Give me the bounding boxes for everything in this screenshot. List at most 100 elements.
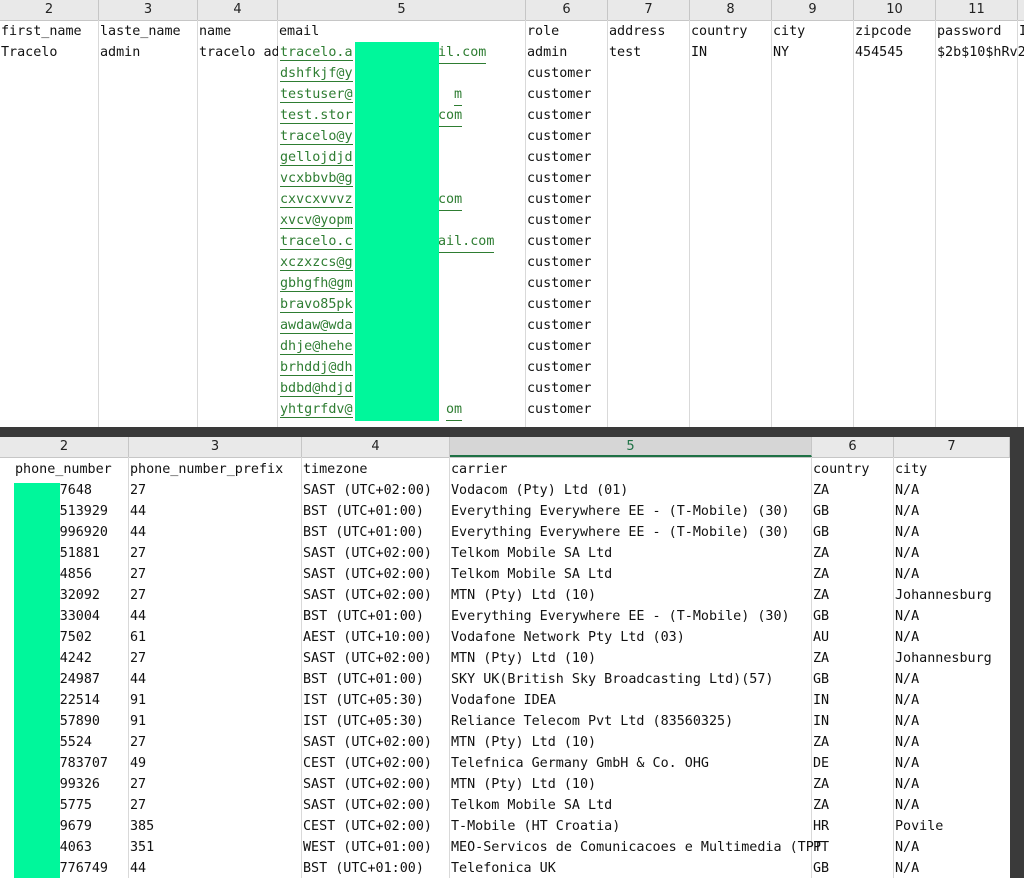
email-link-start[interactable]: gellojdjd [280,150,353,166]
role-cell[interactable]: customer [526,273,608,294]
country-cell[interactable]: GB [812,669,894,690]
country-cell[interactable]: DE [812,753,894,774]
email-link-end[interactable]: ail.com [438,231,495,253]
email-link-start[interactable]: xczxzcs@g [280,255,353,271]
timezone-cell[interactable]: SAST (UTC+02:00) [302,564,450,585]
prefix-cell[interactable]: 27 [129,564,302,585]
city-cell[interactable]: N/A [894,564,1010,585]
timezone-cell[interactable]: SAST (UTC+02:00) [302,585,450,606]
prefix-cell[interactable]: 91 [129,690,302,711]
role-cell[interactable]: customer [526,399,608,420]
carrier-cell[interactable]: MEO-Servicos de Comunicacoes e Multimedi… [450,837,822,858]
cell-header-timezone[interactable]: timezone [302,459,450,480]
role-cell[interactable]: customer [526,189,608,210]
city-cell[interactable]: Johannesburg [894,648,1010,669]
city-cell[interactable]: N/A [894,501,1010,522]
carrier-cell[interactable]: Vodacom (Pty) Ltd (01) [450,480,628,501]
role-cell[interactable]: customer [526,252,608,273]
email-link-start[interactable]: awdaw@wda [280,318,353,334]
role-cell[interactable]: customer [526,105,608,126]
city-cell[interactable]: N/A [894,858,1010,878]
timezone-cell[interactable]: BST (UTC+01:00) [302,669,450,690]
role-cell[interactable]: admin [526,42,608,63]
carrier-cell[interactable]: Telkom Mobile SA Ltd [450,543,612,564]
carrier-cell[interactable]: Everything Everywhere EE - (T-Mobile) (3… [450,522,790,543]
prefix-cell[interactable]: 27 [129,480,302,501]
city-cell[interactable]: N/A [894,753,1010,774]
cell-header-country[interactable]: country [690,21,772,42]
carrier-cell[interactable]: MTN (Pty) Ltd (10) [450,585,596,606]
city-cell[interactable]: N/A [894,543,1010,564]
cell-header-carrier[interactable]: carrier [450,459,812,480]
column-header-12[interactable]: 1 [1018,0,1024,20]
prefix-cell[interactable]: 385 [129,816,302,837]
email-link-start[interactable]: tracelo@y [280,129,353,145]
timezone-cell[interactable]: IST (UTC+05:30) [302,690,450,711]
role-cell[interactable]: customer [526,126,608,147]
prefix-cell[interactable]: 91 [129,711,302,732]
column-header-6[interactable]: 6 [526,0,608,20]
timezone-cell[interactable]: IST (UTC+05:30) [302,711,450,732]
cell-zipcode[interactable]: 454545 [854,42,936,63]
cell-header-password[interactable]: password [936,21,1018,42]
column-header-5[interactable]: 5 [278,0,526,20]
cell-header-city[interactable]: city [894,459,1010,480]
email-link-start[interactable]: xvcv@yopm [280,213,353,229]
prefix-cell[interactable]: 27 [129,543,302,564]
role-cell[interactable]: customer [526,315,608,336]
country-cell[interactable]: IN [812,690,894,711]
cell-password[interactable]: $2b$10$hRv2 [936,42,1024,63]
cell-header-phone-number[interactable]: phone_number [14,459,129,480]
column-header-7[interactable]: 7 [608,0,690,20]
prefix-cell[interactable]: 351 [129,837,302,858]
cell-address[interactable]: test [608,42,690,63]
timezone-cell[interactable]: BST (UTC+01:00) [302,522,450,543]
email-link-end[interactable]: com [438,189,463,211]
city-cell[interactable]: N/A [894,795,1010,816]
role-cell[interactable]: customer [526,294,608,315]
role-cell[interactable]: customer [526,357,608,378]
city-cell[interactable]: N/A [894,627,1010,648]
country-cell[interactable]: ZA [812,774,894,795]
cell-header-city[interactable]: city [772,21,854,42]
timezone-cell[interactable]: SAST (UTC+02:00) [302,543,450,564]
carrier-cell[interactable]: MTN (Pty) Ltd (10) [450,648,596,669]
cell-city[interactable]: NY [772,42,854,63]
country-cell[interactable]: GB [812,522,894,543]
cell-header-phone-number-prefix[interactable]: phone_number_prefix [129,459,302,480]
cell-header-name[interactable]: name [198,21,278,42]
carrier-cell[interactable]: MTN (Pty) Ltd (10) [450,732,596,753]
city-cell[interactable]: N/A [894,774,1010,795]
city-cell[interactable]: N/A [894,606,1010,627]
prefix-cell[interactable]: 27 [129,774,302,795]
column-header-11[interactable]: 11 [936,0,1018,20]
email-link-start[interactable]: test.stor [280,108,353,124]
prefix-cell[interactable]: 49 [129,753,302,774]
carrier-cell[interactable]: MTN (Pty) Ltd (10) [450,774,596,795]
carrier-cell[interactable]: Telkom Mobile SA Ltd [450,564,612,585]
column-header-4[interactable]: 4 [198,0,278,20]
column-header-10[interactable]: 10 [854,0,936,20]
timezone-cell[interactable]: AEST (UTC+10:00) [302,627,450,648]
email-link-start[interactable]: tracelo.a [280,45,353,61]
role-cell[interactable]: customer [526,147,608,168]
role-cell[interactable]: customer [526,336,608,357]
country-cell[interactable]: GB [812,606,894,627]
carrier-cell[interactable]: Everything Everywhere EE - (T-Mobile) (3… [450,606,790,627]
country-cell[interactable]: ZA [812,585,894,606]
cell-header-zipcode[interactable]: zipcode [854,21,936,42]
cell-header-email[interactable]: email [278,21,526,42]
carrier-cell[interactable]: Telefnica Germany GmbH & Co. OHG [450,753,709,774]
timezone-cell[interactable]: BST (UTC+01:00) [302,501,450,522]
country-cell[interactable]: GB [812,858,894,878]
city-cell[interactable]: N/A [894,480,1010,501]
column-header-5[interactable]: 5 [450,437,812,457]
email-link-start[interactable]: dshfkjf@y [280,66,353,82]
timezone-cell[interactable]: BST (UTC+01:00) [302,858,450,878]
timezone-cell[interactable]: CEST (UTC+02:00) [302,753,450,774]
role-cell[interactable]: customer [526,210,608,231]
column-header-4[interactable]: 4 [302,437,450,457]
city-cell[interactable]: N/A [894,711,1010,732]
city-cell[interactable]: N/A [894,732,1010,753]
prefix-cell[interactable]: 61 [129,627,302,648]
